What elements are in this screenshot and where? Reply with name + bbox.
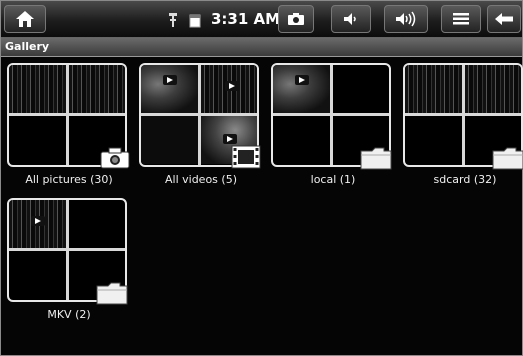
album-label: All pictures (30) bbox=[25, 173, 113, 186]
usb-icon bbox=[169, 13, 177, 27]
page-title: Gallery bbox=[5, 40, 50, 53]
album-label: All videos (5) bbox=[165, 173, 237, 186]
volume-up-button[interactable] bbox=[384, 5, 428, 33]
thumbnail-cell bbox=[69, 65, 125, 113]
thumbnail-cell bbox=[465, 65, 521, 113]
back-icon bbox=[495, 13, 513, 25]
volume-up-icon bbox=[396, 11, 416, 27]
menu-icon bbox=[453, 13, 469, 25]
status-bar: 3:31 AM bbox=[1, 1, 522, 38]
camera-icon bbox=[288, 13, 304, 25]
folder-icon bbox=[360, 147, 392, 170]
volume-down-button[interactable] bbox=[331, 5, 371, 33]
play-icon bbox=[163, 75, 177, 85]
album-label: local (1) bbox=[310, 173, 356, 186]
play-icon bbox=[31, 216, 45, 226]
home-icon bbox=[16, 11, 34, 27]
thumbnail-cell bbox=[9, 200, 66, 248]
album-label: sdcard (32) bbox=[433, 173, 497, 186]
menu-button[interactable] bbox=[441, 5, 481, 33]
thumbnail-cell bbox=[273, 65, 330, 113]
home-button[interactable] bbox=[4, 5, 46, 33]
clock: 3:31 AM bbox=[211, 10, 281, 28]
battery-icon bbox=[189, 14, 201, 28]
folder-icon bbox=[492, 147, 523, 170]
album-label: MKV (2) bbox=[47, 308, 91, 321]
thumbnail-cell bbox=[405, 65, 462, 113]
screenshot-button[interactable] bbox=[278, 5, 314, 33]
camera-icon bbox=[100, 147, 130, 169]
back-button[interactable] bbox=[487, 5, 521, 33]
app-title-bar: Gallery bbox=[1, 38, 522, 57]
thumbnail-cell bbox=[201, 65, 257, 113]
thumbnail-cell bbox=[141, 65, 198, 113]
thumbnail-cell bbox=[9, 65, 66, 113]
play-icon bbox=[295, 75, 309, 85]
film-icon bbox=[231, 145, 261, 169]
folder-icon bbox=[96, 282, 128, 305]
play-icon bbox=[223, 134, 237, 144]
thumbnail-cell bbox=[141, 116, 198, 164]
play-icon bbox=[225, 81, 239, 91]
volume-down-icon bbox=[344, 13, 356, 25]
